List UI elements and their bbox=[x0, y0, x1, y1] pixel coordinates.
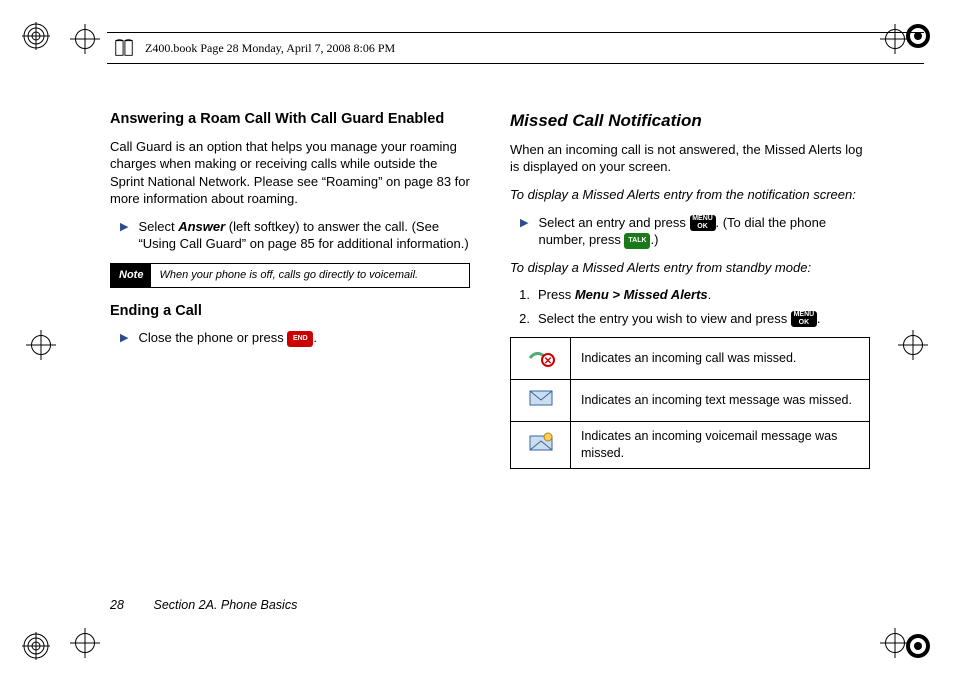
section-label: Section 2A. Phone Basics bbox=[153, 598, 297, 612]
page-number: 28 bbox=[110, 598, 150, 612]
list-number: 1. bbox=[516, 286, 530, 304]
bullet-item: ▶ Close the phone or press END. bbox=[110, 329, 470, 347]
list-text: Select the entry you wish to view and pr… bbox=[538, 310, 821, 328]
svg-text:✕: ✕ bbox=[543, 356, 551, 367]
list-text: Press Menu > Missed Alerts. bbox=[538, 286, 711, 304]
table-cell: Indicates an incoming voicemail message … bbox=[571, 422, 870, 469]
page-footer: 28 Section 2A. Phone Basics bbox=[110, 598, 297, 612]
paragraph: Call Guard is an option that helps you m… bbox=[110, 138, 470, 208]
subheading: To display a Missed Alerts entry from st… bbox=[510, 259, 870, 277]
heading-missed-call: Missed Call Notification bbox=[510, 110, 870, 133]
subheading: To display a Missed Alerts entry from th… bbox=[510, 186, 870, 204]
bullet-arrow-icon: ▶ bbox=[120, 331, 128, 347]
bullet-item: ▶ Select Answer (left softkey) to answer… bbox=[110, 218, 470, 253]
missed-call-icon: ✕ bbox=[511, 338, 571, 380]
page-content: Answering a Roam Call With Call Guard En… bbox=[110, 110, 870, 600]
list-item: 1. Press Menu > Missed Alerts. bbox=[510, 286, 870, 304]
right-column: Missed Call Notification When an incomin… bbox=[510, 110, 870, 600]
list-number: 2. bbox=[516, 310, 530, 328]
paragraph: When an incoming call is not answered, t… bbox=[510, 141, 870, 176]
registration-mark-icon bbox=[22, 22, 50, 50]
bullet-text: Close the phone or press END. bbox=[138, 329, 317, 347]
menu-ok-key-icon: MENUOK bbox=[791, 311, 817, 327]
header-text: Z400.book Page 28 Monday, April 7, 2008 … bbox=[145, 41, 395, 56]
page-header: Z400.book Page 28 Monday, April 7, 2008 … bbox=[107, 32, 924, 64]
bullet-text: Select Answer (left softkey) to answer t… bbox=[138, 218, 470, 253]
list-item: 2. Select the entry you wish to view and… bbox=[510, 310, 870, 328]
talk-key-icon: TALK bbox=[624, 233, 650, 249]
heading-ending-call: Ending a Call bbox=[110, 302, 470, 322]
table-row: ✕ Indicates an incoming call was missed. bbox=[511, 338, 870, 380]
crop-cross-icon bbox=[70, 24, 100, 54]
missed-voicemail-icon bbox=[511, 422, 571, 469]
end-key-icon: END bbox=[287, 331, 313, 347]
crop-cross-icon bbox=[70, 628, 100, 658]
crop-cross-icon bbox=[26, 330, 56, 360]
bullet-arrow-icon: ▶ bbox=[520, 216, 528, 249]
bullet-item: ▶ Select an entry and press MENUOK. (To … bbox=[510, 214, 870, 249]
registration-mark-icon bbox=[22, 632, 50, 660]
heading-answering-roam: Answering a Roam Call With Call Guard En… bbox=[110, 110, 470, 130]
note-text: When your phone is off, calls go directl… bbox=[151, 264, 469, 287]
crop-cross-icon bbox=[898, 330, 928, 360]
note-label: Note bbox=[111, 264, 151, 287]
table-row: Indicates an incoming text message was m… bbox=[511, 380, 870, 422]
icon-legend-table: ✕ Indicates an incoming call was missed.… bbox=[510, 337, 870, 469]
menu-ok-key-icon: MENUOK bbox=[690, 215, 716, 231]
note-box: Note When your phone is off, calls go di… bbox=[110, 263, 470, 288]
missed-text-icon bbox=[511, 380, 571, 422]
crop-cross-icon bbox=[880, 628, 910, 658]
table-cell: Indicates an incoming call was missed. bbox=[571, 338, 870, 380]
bullet-text: Select an entry and press MENUOK. (To di… bbox=[538, 214, 870, 249]
bullet-arrow-icon: ▶ bbox=[120, 220, 128, 253]
table-cell: Indicates an incoming text message was m… bbox=[571, 380, 870, 422]
left-column: Answering a Roam Call With Call Guard En… bbox=[110, 110, 470, 600]
book-icon bbox=[113, 37, 135, 59]
table-row: Indicates an incoming voicemail message … bbox=[511, 422, 870, 469]
